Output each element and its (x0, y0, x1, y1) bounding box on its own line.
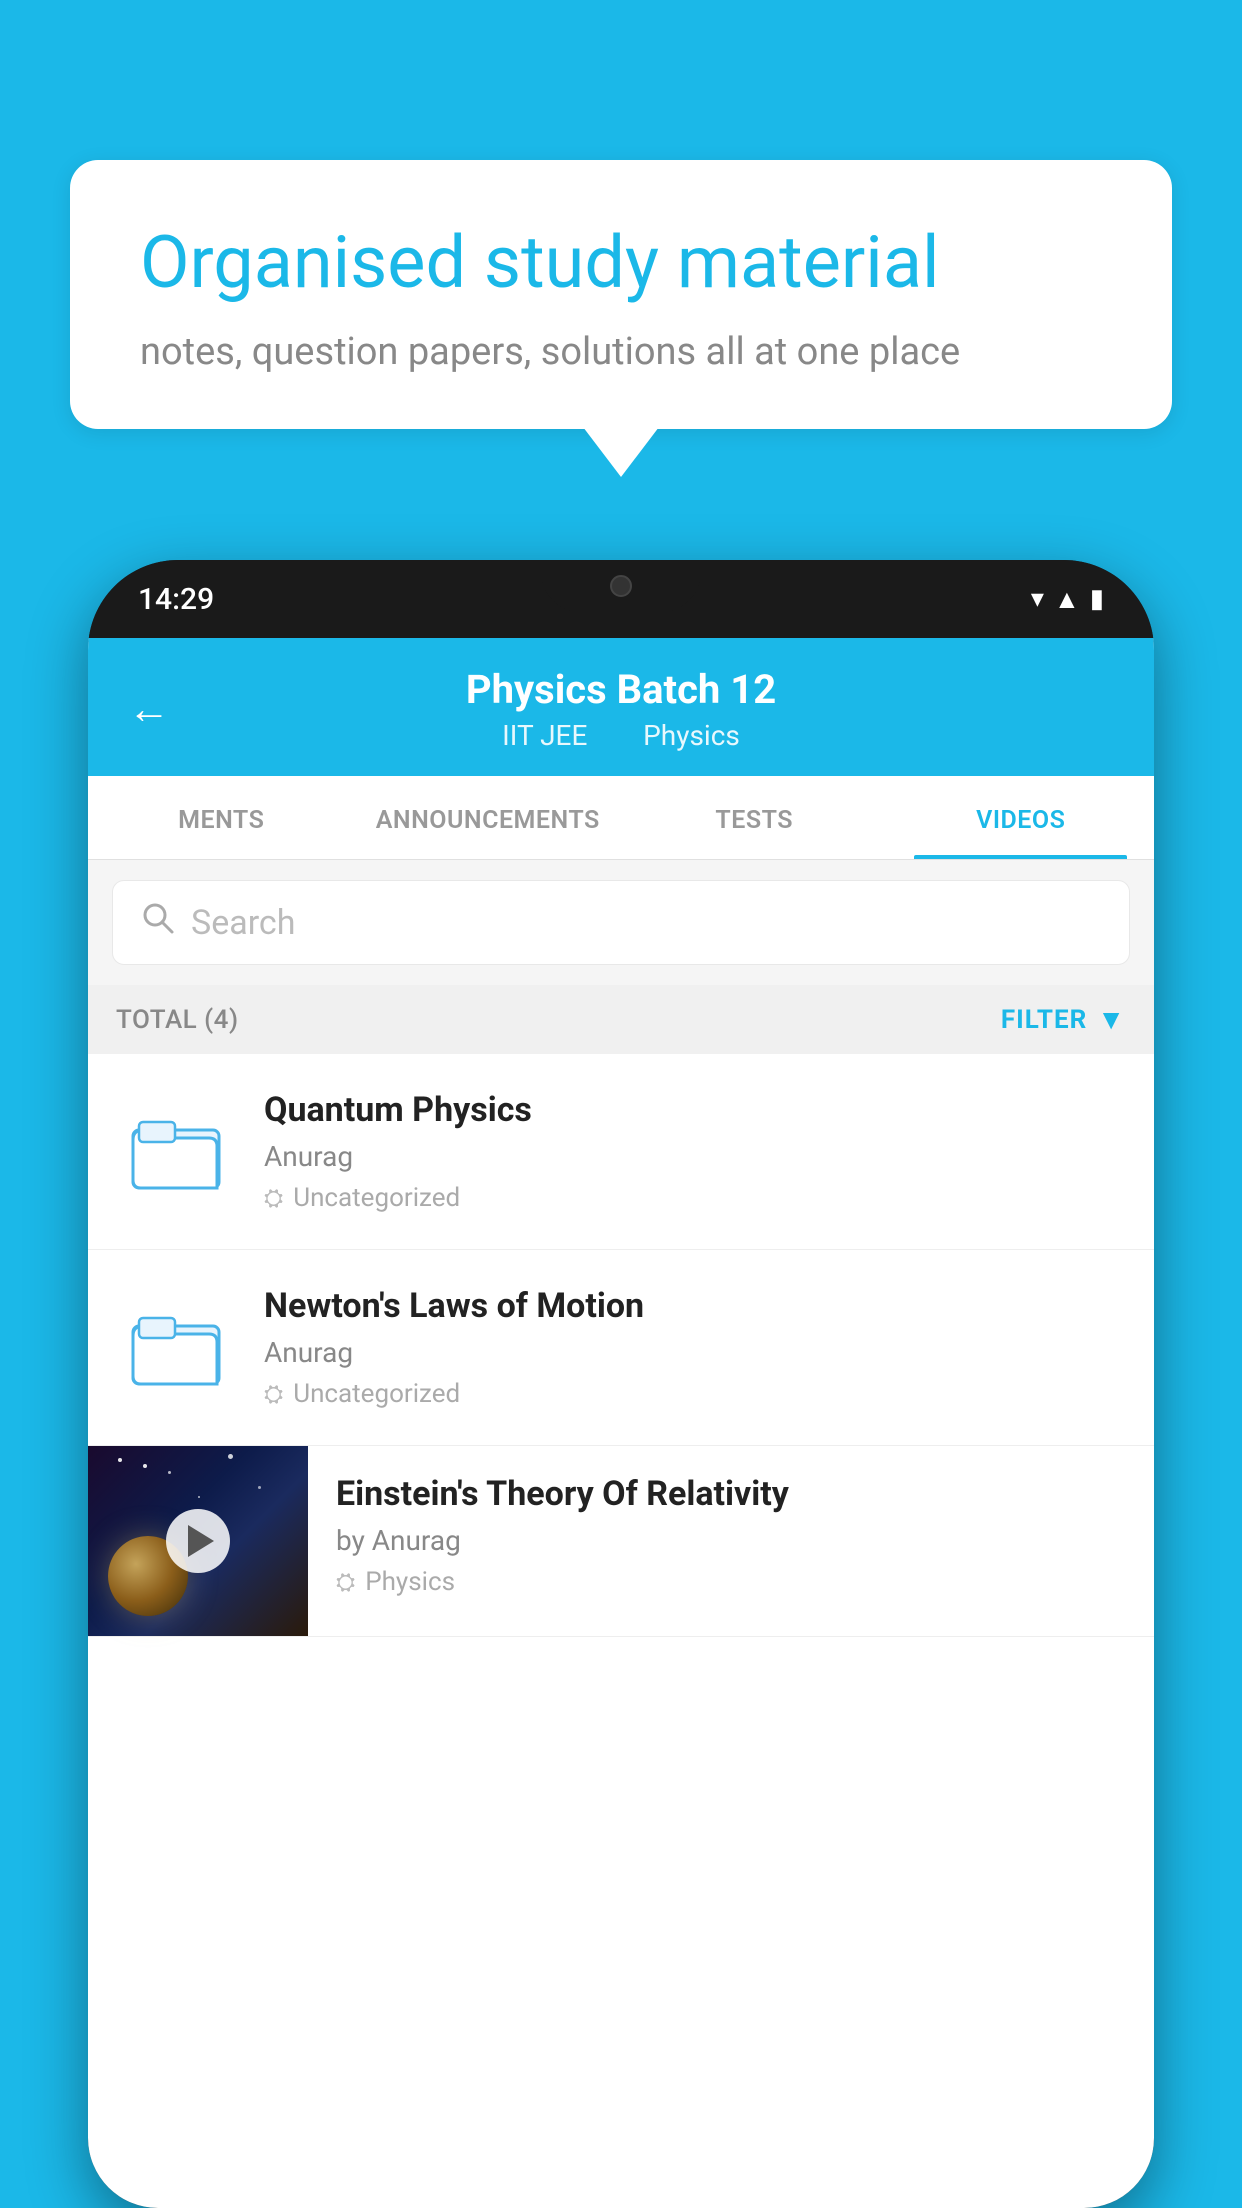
list-item[interactable]: Einstein's Theory Of Relativity by Anura… (88, 1446, 1154, 1637)
item-info: Newton's Laws of Motion Anurag ⛭ Uncateg… (264, 1286, 1126, 1409)
header-title: Physics Batch 12 (466, 666, 776, 713)
search-placeholder: Search (191, 903, 295, 943)
tab-tests[interactable]: TESTS (621, 776, 888, 859)
play-button[interactable] (166, 1509, 230, 1573)
status-bar: 14:29 ▾ ▲ ▮ (88, 560, 1154, 638)
back-button[interactable]: ← (128, 685, 170, 734)
item-title: Quantum Physics (264, 1090, 1126, 1130)
filter-funnel-icon: ▼ (1097, 1003, 1126, 1036)
header-subtitle-right: Physics (643, 719, 740, 752)
item-title: Newton's Laws of Motion (264, 1286, 1126, 1326)
item-thumbnail (116, 1092, 236, 1212)
tab-announcements[interactable]: ANNOUNCEMENTS (355, 776, 622, 859)
phone-frame: 14:29 ▾ ▲ ▮ ← Physics Batch 12 IIT JEE P… (88, 560, 1154, 2208)
tag-icon: ⛭ (264, 1380, 283, 1408)
search-container: Search (88, 860, 1154, 985)
play-triangle-icon (188, 1525, 214, 1557)
tag-icon: ⛭ (264, 1184, 283, 1212)
tag-label: Uncategorized (293, 1379, 460, 1409)
header-subtitle-left: IIT JEE (502, 719, 587, 752)
status-icons: ▾ ▲ ▮ (1031, 584, 1104, 615)
app-screen: ← Physics Batch 12 IIT JEE Physics MENTS… (88, 638, 1154, 2208)
tag-label: Uncategorized (293, 1183, 460, 1213)
header-center: Physics Batch 12 IIT JEE Physics (466, 666, 776, 752)
bubble-subtitle: notes, question papers, solutions all at… (140, 330, 1102, 374)
battery-icon: ▮ (1090, 584, 1104, 614)
item-author: by Anurag (336, 1524, 1126, 1557)
item-tag: ⛭ Physics (336, 1567, 1126, 1597)
speech-bubble-container: Organised study material notes, question… (70, 160, 1172, 429)
phone-camera (610, 575, 632, 597)
filter-row: TOTAL (4) FILTER ▼ (88, 985, 1154, 1054)
tag-label: Physics (365, 1567, 455, 1597)
item-tag: ⛭ Uncategorized (264, 1183, 1126, 1213)
tabs-bar: MENTS ANNOUNCEMENTS TESTS VIDEOS (88, 776, 1154, 860)
search-bar[interactable]: Search (112, 880, 1130, 965)
video-thumbnail-image (88, 1446, 308, 1636)
speech-bubble: Organised study material notes, question… (70, 160, 1172, 429)
item-title: Einstein's Theory Of Relativity (336, 1474, 1126, 1514)
item-author: Anurag (264, 1140, 1126, 1173)
filter-button[interactable]: FILTER ▼ (1001, 1003, 1126, 1036)
phone-time: 14:29 (138, 582, 214, 617)
search-icon (141, 901, 175, 944)
total-label: TOTAL (4) (116, 1005, 239, 1035)
wifi-icon: ▾ (1031, 584, 1044, 614)
item-info: Einstein's Theory Of Relativity by Anura… (308, 1446, 1154, 1625)
app-header: ← Physics Batch 12 IIT JEE Physics (88, 638, 1154, 776)
bubble-title: Organised study material (140, 220, 1102, 306)
list-item[interactable]: Newton's Laws of Motion Anurag ⛭ Uncateg… (88, 1250, 1154, 1446)
item-thumbnail (116, 1288, 236, 1408)
tab-videos[interactable]: VIDEOS (888, 776, 1155, 859)
video-list: Quantum Physics Anurag ⛭ Uncategorized (88, 1054, 1154, 1637)
tab-ments[interactable]: MENTS (88, 776, 355, 859)
item-tag: ⛭ Uncategorized (264, 1379, 1126, 1409)
list-item[interactable]: Quantum Physics Anurag ⛭ Uncategorized (88, 1054, 1154, 1250)
header-subtitle: IIT JEE Physics (466, 719, 776, 752)
phone-notch (541, 560, 701, 612)
filter-label: FILTER (1001, 1005, 1087, 1035)
signal-icon: ▲ (1054, 584, 1080, 615)
item-author: Anurag (264, 1336, 1126, 1369)
item-info: Quantum Physics Anurag ⛭ Uncategorized (264, 1090, 1126, 1213)
tag-icon: ⛭ (336, 1568, 355, 1596)
